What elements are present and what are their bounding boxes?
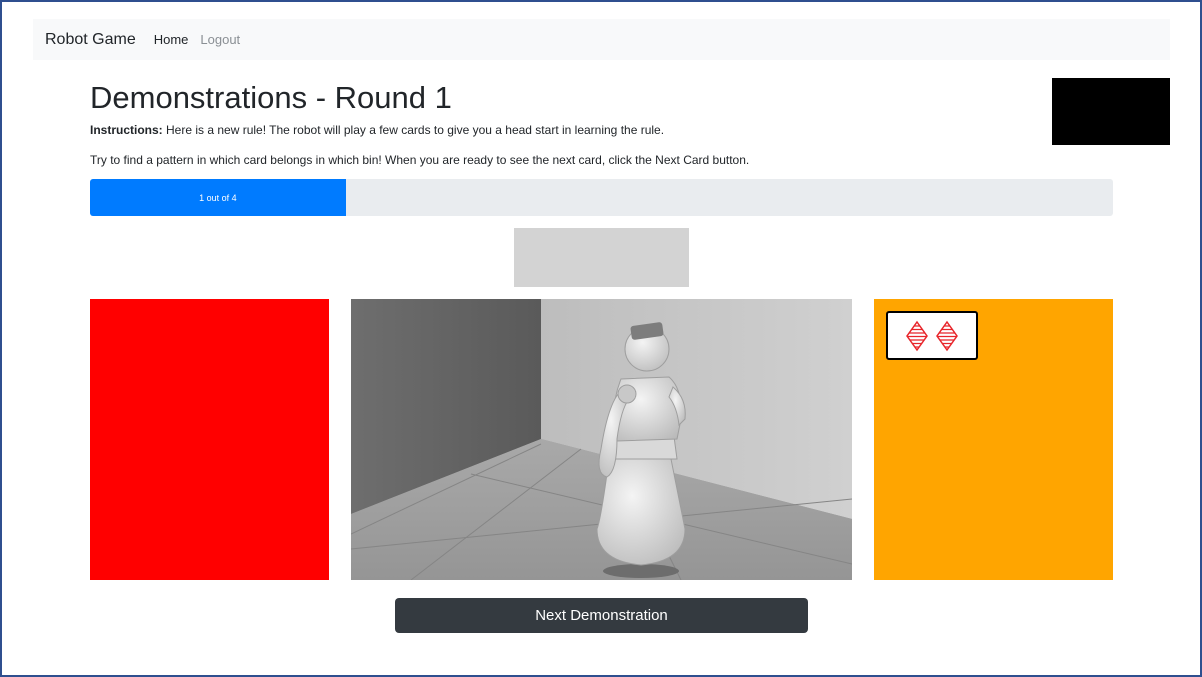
robot-scene-image: [351, 299, 852, 580]
nav-logout-link[interactable]: Logout: [200, 32, 240, 47]
instructions: Instructions: Here is a new rule! The ro…: [90, 123, 664, 137]
instructions-label: Instructions:: [90, 123, 163, 137]
video-feed-box: [1052, 78, 1170, 145]
diamond-icon: [906, 320, 928, 351]
bin-red[interactable]: [90, 299, 329, 580]
brand[interactable]: Robot Game: [45, 31, 136, 49]
card-placeholder: [514, 228, 689, 287]
next-demonstration-button[interactable]: Next Demonstration: [395, 598, 808, 633]
bin-orange[interactable]: [874, 299, 1113, 580]
nav-home-link[interactable]: Home: [154, 32, 189, 47]
diamond-icon: [936, 320, 958, 351]
navbar: Robot Game Home Logout: [33, 19, 1170, 60]
instructions-text: Here is a new rule! The robot will play …: [162, 123, 665, 137]
page-title: Demonstrations - Round 1: [90, 80, 452, 115]
robot-simulation-view: [351, 299, 852, 580]
playing-card[interactable]: [886, 311, 978, 360]
progress-bar: 1 out of 4: [90, 179, 346, 216]
instructions-line-2: Try to find a pattern in which card belo…: [90, 153, 750, 167]
progress-label: 1 out of 4: [199, 192, 237, 203]
progress-track: 1 out of 4: [90, 179, 1113, 216]
